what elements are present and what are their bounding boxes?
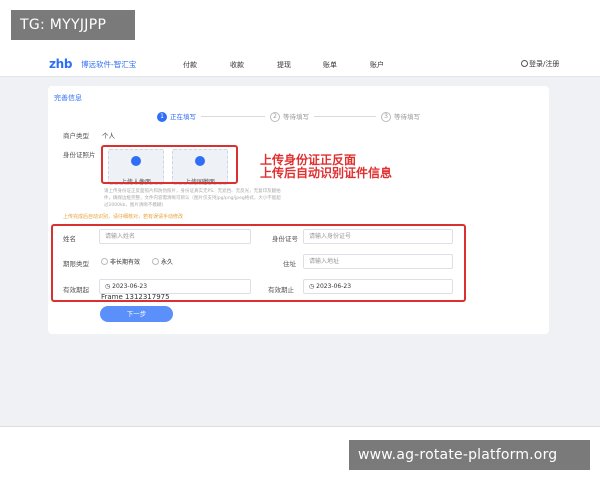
name-field[interactable]: 请输入姓名 <box>99 229 251 244</box>
account-type-value: 个人 <box>102 132 115 140</box>
auto-recognize-tip: 上传完成后自动识别，请仔细核对，若有误请手动修改 <box>63 214 184 220</box>
nav-item-receive[interactable]: 收款 <box>230 60 244 70</box>
step-label: 等待填写 <box>283 113 309 121</box>
id-number-field[interactable]: 请输入身份证号 <box>303 229 453 244</box>
step-1: 1 正在填写 <box>157 111 196 122</box>
address-label: 住址 <box>283 260 296 268</box>
valid-from-value: 2023-06-23 <box>112 283 148 290</box>
login-register-label: 登录/注册 <box>529 60 560 68</box>
valid-to-field[interactable]: ◷ 2023-06-23 <box>303 279 453 294</box>
id-number-label: 身份证号 <box>272 235 298 243</box>
radio-label: 永久 <box>161 259 174 266</box>
radio-label: 非长期有效 <box>110 259 141 266</box>
valid-from-label: 有效期起 <box>63 286 89 294</box>
next-step-button[interactable]: 下一步 <box>100 306 173 322</box>
address-field[interactable]: 请输入地址 <box>303 254 453 269</box>
valid-to-value: 2023-06-23 <box>316 283 352 290</box>
page-title: 完善信息 <box>54 94 82 102</box>
step-2: 2 等待填写 <box>270 111 309 122</box>
nav-item-withdraw[interactable]: 提现 <box>277 60 291 70</box>
validity-type-label: 期限类型 <box>63 260 89 268</box>
top-navbar: zhb 博远软件-智汇宝 付款 收款 提现 账单 账户 登录/注册 <box>0 50 600 77</box>
step-3: 3 等待填写 <box>381 111 420 122</box>
login-register-link[interactable]: 登录/注册 <box>521 59 559 69</box>
annotation-box-upload <box>101 145 238 184</box>
nav-item-account[interactable]: 账户 <box>370 60 384 70</box>
step-label: 等待填写 <box>394 113 420 121</box>
step-label: 正在填写 <box>170 113 196 121</box>
watermark-overlay: www.ag-rotate-platform.org <box>349 440 590 470</box>
nav-item-bill[interactable]: 账单 <box>323 60 337 70</box>
valid-to-label: 有效期止 <box>268 286 294 294</box>
upload-hint-text: 请上传身份证正反面照片和防伪照片，身份证真实无PS、无遮挡、无反光，无复印及翻拍… <box>104 189 281 208</box>
valid-from-field[interactable]: ◷ 2023-06-23 <box>99 279 251 294</box>
step-number: 1 <box>157 112 167 122</box>
tag-overlay: TG: MYYJJPP <box>11 10 135 40</box>
step-connector <box>314 116 376 117</box>
step-connector <box>201 116 265 117</box>
divider <box>0 426 600 427</box>
account-type-label: 商户类型 <box>63 132 89 140</box>
radio-circle <box>152 258 159 265</box>
id-photo-label: 身份证照片 <box>63 151 96 159</box>
step-number: 2 <box>270 112 280 122</box>
radio-permanent[interactable]: 永久 <box>152 257 173 266</box>
frame-label: Frame 1312317975 <box>101 293 170 301</box>
logo[interactable]: zhb <box>49 57 73 71</box>
annotation-line-2: 上传后自动识别证件信息 <box>260 166 393 180</box>
user-icon <box>521 60 528 67</box>
name-label: 姓名 <box>63 235 76 243</box>
radio-non-permanent[interactable]: 非长期有效 <box>101 257 140 266</box>
radio-circle <box>101 258 108 265</box>
step-number: 3 <box>381 112 391 122</box>
nav-item-pay[interactable]: 付款 <box>183 60 197 70</box>
brand-name: 博远软件-智汇宝 <box>81 60 137 69</box>
